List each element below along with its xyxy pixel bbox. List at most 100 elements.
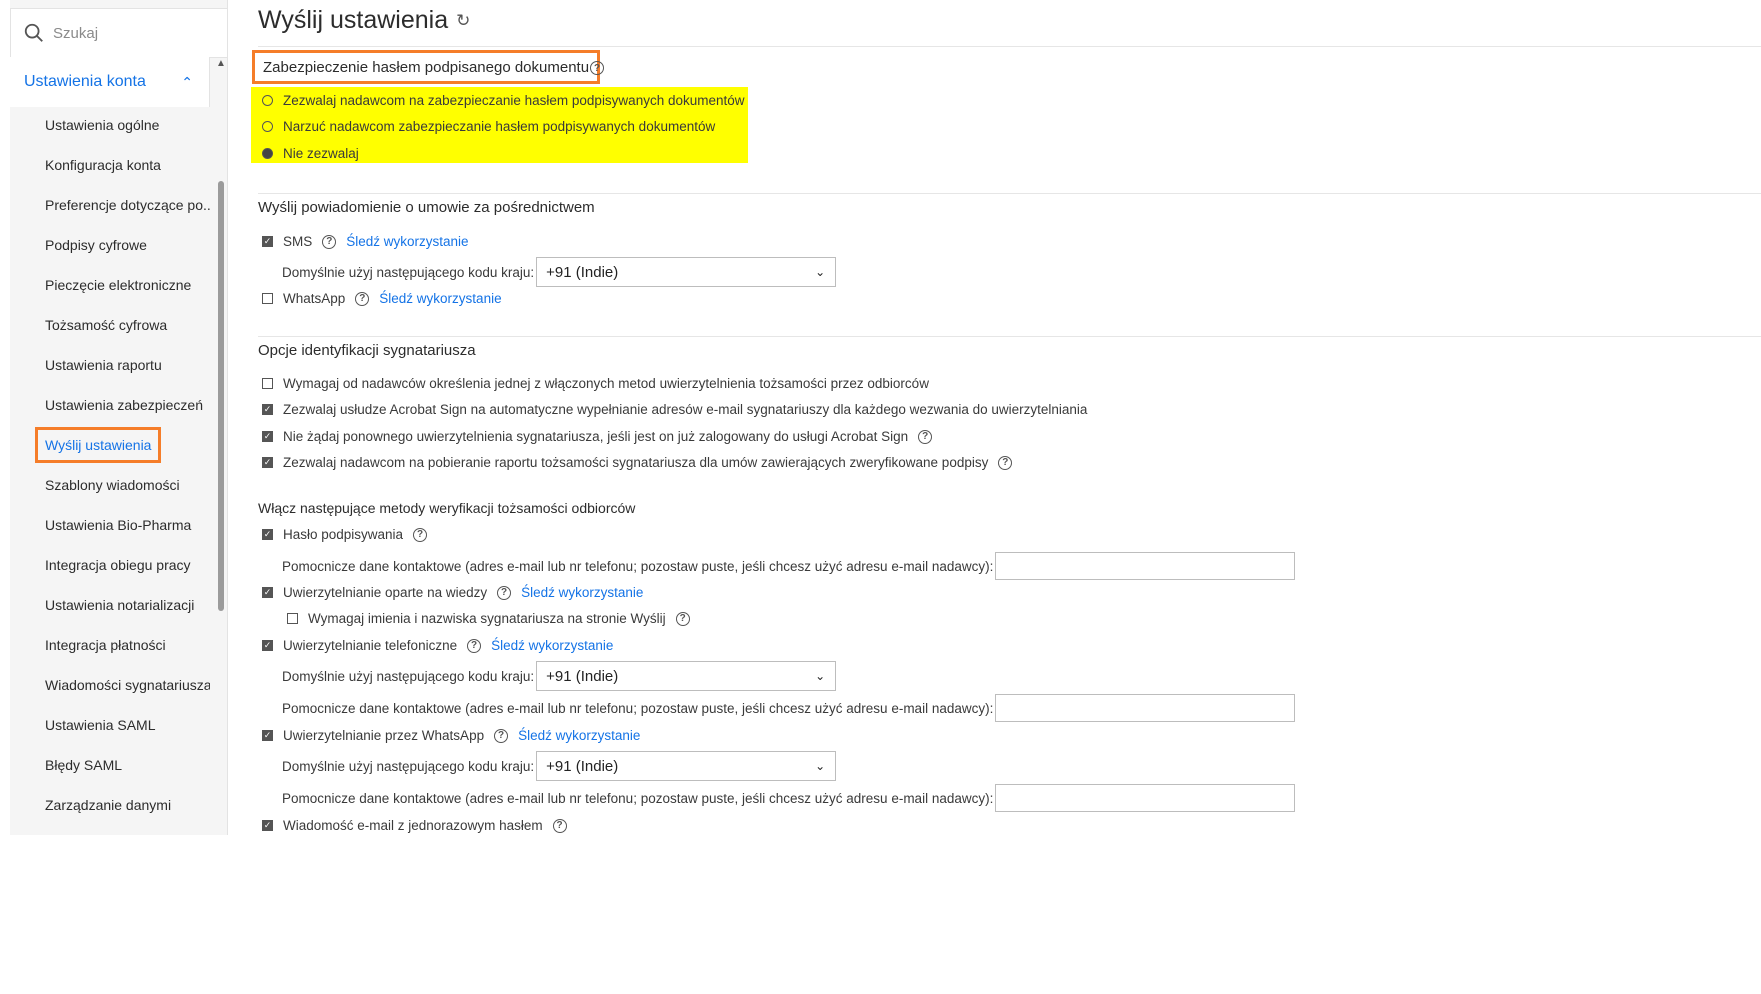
sidebar-item-data-management[interactable]: Zarządzanie danymi [10,785,210,825]
sidebar-item-saml-errors[interactable]: Błędy SAML [10,745,210,785]
sidebar-item-saml-settings[interactable]: Ustawienia SAML [10,705,210,745]
track-usage-link[interactable]: Śledź wykorzystanie [379,291,501,306]
radio-disallow[interactable]: Nie zezwalaj [262,146,359,161]
search-box[interactable] [10,8,228,58]
kba-name-option[interactable]: Wymagaj imienia i nazwiska sygnatariusza… [287,611,690,626]
checkbox[interactable] [262,378,273,389]
help-icon[interactable]: ? [467,638,482,653]
help-icon[interactable]: ? [355,291,370,306]
track-usage-link[interactable]: Śledź wykorzystanie [521,585,643,600]
track-usage-link[interactable]: Śledź wykorzystanie [491,638,613,653]
password-option[interactable]: ✓ Hasło podpisywania ? [262,527,428,542]
checkbox[interactable]: ✓ [262,457,273,468]
otp-option[interactable]: ✓ Wiadomość e-mail z jednorazowym hasłem… [262,818,567,833]
refresh-icon[interactable]: ↻ [456,11,470,31]
aux-contact-row: Pomocnicze dane kontaktowe (adres e-mail… [282,694,1296,722]
checkbox[interactable]: ✓ [262,404,273,415]
radio-button[interactable] [262,95,273,106]
scrollbar-thumb[interactable] [218,181,224,611]
chevron-up-icon[interactable]: ⌃ [181,74,193,91]
track-usage-link[interactable]: Śledź wykorzystanie [346,234,468,249]
checkbox[interactable] [287,613,298,624]
phone-country-row: Domyślnie użyj następującego kodu kraju:… [282,661,837,691]
help-icon[interactable]: ? [494,728,509,743]
radio-allow-password[interactable]: Zezwalaj nadawcom na zabezpieczanie hasł… [262,93,745,108]
checkbox[interactable]: ✓ [262,640,273,651]
search-input[interactable] [53,24,213,42]
aux-contact-row: Pomocnicze dane kontaktowe (adres e-mail… [282,784,1296,812]
sidebar-item-bio-pharma[interactable]: Ustawienia Bio-Pharma [10,505,210,545]
account-settings-section[interactable]: Ustawienia konta ⌃ [10,57,210,107]
identification-title: Opcje identyfikacji sygnatariusza [258,342,476,359]
id-option[interactable]: ✓ Zezwalaj usłudze Acrobat Sign na autom… [262,402,1087,417]
checkbox[interactable]: ✓ [262,431,273,442]
chevron-down-icon: ⌄ [815,669,826,683]
checkbox[interactable]: ✓ [262,587,273,598]
section-label: Ustawienia konta [24,73,146,90]
scroll-up-arrow-icon[interactable]: ▲ [216,58,226,69]
track-usage-link[interactable]: Śledź wykorzystanie [518,728,640,743]
sidebar-item-notarization[interactable]: Ustawienia notarializacji [10,585,210,625]
aux-contact-input[interactable] [995,694,1296,722]
aux-contact-input[interactable] [995,784,1296,812]
search-icon [24,23,43,42]
sidebar-item-digital-signatures[interactable]: Podpisy cyfrowe [10,225,210,265]
divider [258,46,1761,47]
whatsapp-auth-option[interactable]: ✓ Uwierzytelnianie przez WhatsApp ? Śled… [262,728,640,743]
sidebar-item-preferences[interactable]: Preferencje dotyczące po... [10,185,210,225]
checkbox[interactable]: ✓ [262,529,273,540]
aux-contact-input[interactable] [995,552,1296,580]
aux-contact-row: Pomocnicze dane kontaktowe (adres e-mail… [282,552,1296,580]
divider [258,193,1761,194]
country-code-select[interactable]: +91 (Indie) ⌄ [536,257,837,287]
divider [258,336,1761,337]
sidebar-item-digital-identity[interactable]: Tożsamość cyfrowa [10,305,210,345]
checkbox[interactable]: ✓ [262,730,273,741]
sidebar-scrollbar[interactable]: ▲ [215,58,227,618]
sidebar-item-security-settings[interactable]: Ustawienia zabezpieczeń [10,385,210,425]
radio-button-selected[interactable] [262,148,273,159]
sidebar-item-signer-messages[interactable]: Wiadomości sygnatariusza [10,665,210,705]
sms-country-row: Domyślnie użyj następującego kodu kraju:… [282,257,837,287]
verification-title: Włącz następujące metody weryfikacji toż… [258,500,636,516]
whatsapp-country-row: Domyślnie użyj następującego kodu kraju:… [282,751,837,781]
help-icon[interactable]: ? [998,455,1013,470]
sidebar-nav: Ustawienia ogólne Konfiguracja konta Pre… [10,105,210,825]
whatsapp-checkbox[interactable] [262,293,273,304]
country-code-select[interactable]: +91 (Indie) ⌄ [536,661,837,691]
sidebar-item-account-config[interactable]: Konfiguracja konta [10,145,210,185]
sidebar-item-payment-integration[interactable]: Integracja płatności [10,625,210,665]
id-option[interactable]: ✓ Zezwalaj nadawcom na pobieranie raport… [262,455,1013,470]
sms-checkbox[interactable]: ✓ [262,236,273,247]
radio-require-password[interactable]: Narzuć nadawcom zabezpieczanie hasłem po… [262,119,715,134]
chevron-down-icon: ⌄ [815,759,826,773]
sidebar-item-send-settings[interactable]: Wyślij ustawienia [10,425,210,465]
whatsapp-option[interactable]: WhatsApp ? Śledź wykorzystanie [262,291,502,306]
id-option[interactable]: ✓ Nie żądaj ponownego uwierzytelnienia s… [262,429,933,444]
help-icon[interactable]: ? [590,61,604,75]
sidebar-item-message-templates[interactable]: Szablony wiadomości [10,465,210,505]
password-protection-title: Zabezpieczenie hasłem podpisanego dokume… [252,50,601,84]
notifications-title: Wyślij powiadomienie o umowie za pośredn… [258,199,595,216]
help-icon[interactable]: ? [675,611,690,626]
page-title: Wyślij ustawienia ↻ [258,6,471,34]
sidebar-item-general[interactable]: Ustawienia ogólne [10,105,210,145]
country-code-select[interactable]: +91 (Indie) ⌄ [536,751,837,781]
help-icon[interactable]: ? [552,818,567,833]
sidebar-item-workflow-integration[interactable]: Integracja obiegu pracy [10,545,210,585]
sms-option[interactable]: ✓ SMS ? Śledź wykorzystanie [262,234,469,249]
main-content: Wyślij ustawienia ↻ Zabezpieczenie hasłe… [251,0,1761,850]
checkbox[interactable]: ✓ [262,820,273,831]
help-icon[interactable]: ? [413,527,428,542]
id-option[interactable]: Wymagaj od nadawców określenia jednej z … [262,376,929,391]
sidebar-item-report-settings[interactable]: Ustawienia raportu [10,345,210,385]
phone-option[interactable]: ✓ Uwierzytelnianie telefoniczne ? Śledź … [262,638,613,653]
radio-button[interactable] [262,121,273,132]
sidebar: Ustawienia konta ⌃ Ustawienia ogólne Kon… [10,0,228,835]
sidebar-item-electronic-seals[interactable]: Pieczęcie elektroniczne [10,265,210,305]
help-icon[interactable]: ? [918,429,933,444]
chevron-down-icon: ⌄ [815,265,826,279]
help-icon[interactable]: ? [322,234,337,249]
kba-option[interactable]: ✓ Uwierzytelnianie oparte na wiedzy ? Śl… [262,585,643,600]
help-icon[interactable]: ? [497,585,512,600]
